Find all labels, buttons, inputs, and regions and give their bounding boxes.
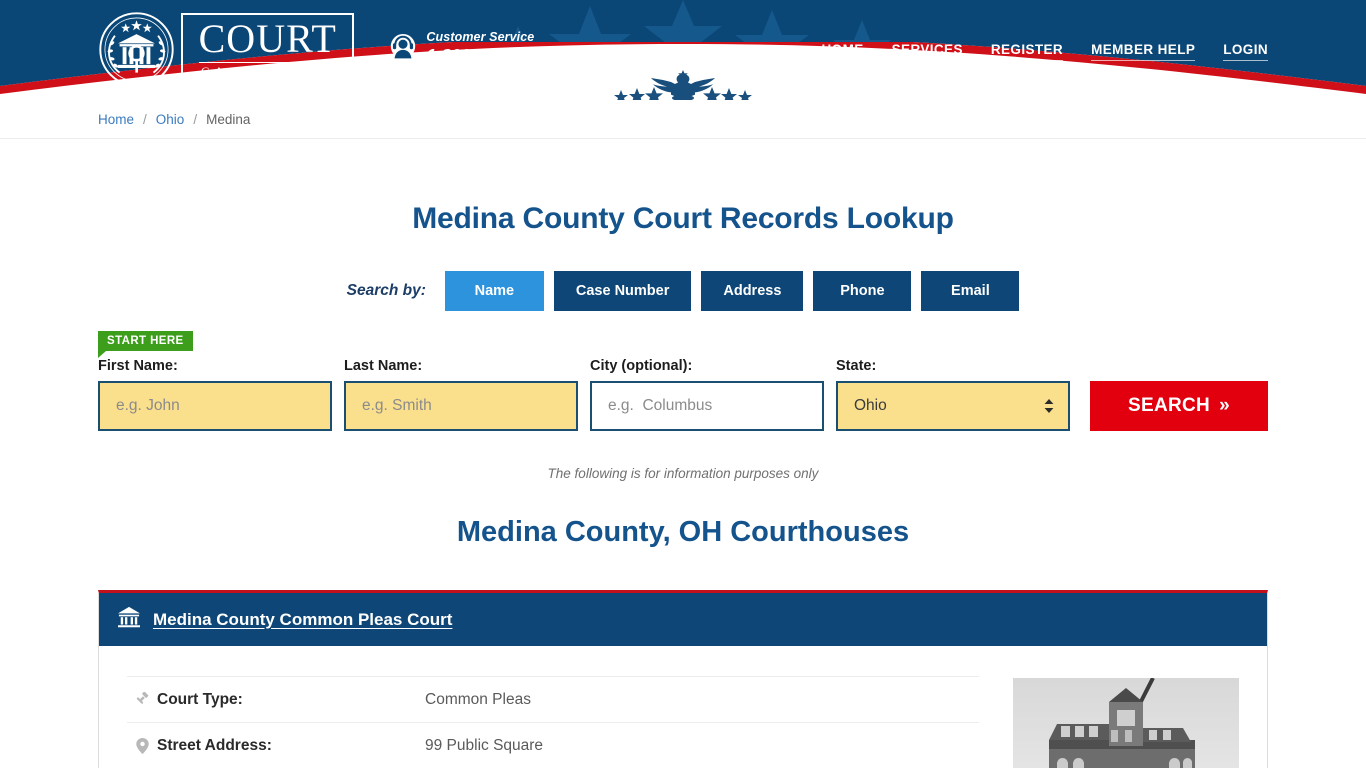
main-content: Medina County Court Records Lookup Searc…	[0, 139, 1366, 768]
search-button[interactable]: SEARCH »	[1090, 381, 1268, 431]
map-pin-icon	[127, 738, 157, 754]
detail-key: Court Type:	[157, 690, 243, 708]
site-header: COURT CASE FINDER Customer Service 1-800…	[0, 0, 1366, 100]
section-title: Medina County, OH Courthouses	[456, 516, 910, 548]
tab-name[interactable]: Name	[444, 271, 544, 311]
courthouse-title-link[interactable]: Medina County Common Pleas Court	[153, 610, 452, 630]
eagle-emblem	[583, 68, 783, 100]
state-label: State:	[836, 358, 877, 374]
nav-item-login[interactable]: LOGIN	[1223, 42, 1268, 61]
courthouse-photo	[1013, 678, 1239, 768]
main-navigation: HOME SERVICES REGISTER MEMBER HELP LOGIN	[821, 42, 1268, 61]
site-logo[interactable]: COURT CASE FINDER	[98, 11, 355, 88]
city-input[interactable]	[590, 381, 824, 431]
state-field-group: State: Ohio	[836, 358, 1070, 431]
first-name-label: First Name:	[98, 358, 178, 374]
courthouse-photo-frame	[1013, 678, 1239, 768]
breadcrumb: Home / Ohio / Medina	[98, 112, 250, 127]
detail-value: Common Pleas	[425, 690, 531, 708]
customer-service-block: Customer Service 1-800-309-9351	[390, 30, 548, 65]
breadcrumb-separator: /	[193, 111, 198, 127]
nav-item-services[interactable]: SERVICES	[891, 42, 963, 61]
search-button-label: SEARCH	[1128, 395, 1211, 416]
last-name-label: Last Name:	[344, 358, 423, 374]
last-name-input[interactable]	[344, 381, 578, 431]
tab-address[interactable]: Address	[701, 271, 804, 311]
detail-value: 99 Public Square	[425, 737, 544, 754]
city-label: City (optional):	[590, 358, 693, 374]
court-seal-icon	[98, 11, 175, 88]
state-select[interactable]: Ohio	[836, 381, 1070, 431]
nav-item-member-help[interactable]: MEMBER HELP	[1091, 42, 1196, 61]
breadcrumb-item-medina: Medina	[206, 111, 251, 127]
courthouse-card-header: Medina County Common Pleas Court	[99, 593, 1267, 646]
breadcrumb-item-ohio[interactable]: Ohio	[156, 112, 185, 127]
logo-tagline: CASE FINDER	[201, 65, 339, 80]
first-name-field-group: First Name:	[98, 358, 332, 431]
start-here-badge: START HERE	[98, 331, 193, 358]
nav-item-register[interactable]: REGISTER	[990, 42, 1064, 61]
table-row: Street Address: 99 Public Square	[127, 723, 979, 768]
search-by-tabs: Search by: Name Case Number Address Phon…	[0, 271, 1366, 311]
first-name-input[interactable]	[98, 381, 332, 431]
breadcrumb-item-home[interactable]: Home	[98, 112, 134, 127]
page-title: Medina County Court Records Lookup	[412, 202, 954, 235]
city-field-group: City (optional):	[590, 358, 824, 431]
logo-wordmark: COURT	[198, 16, 337, 62]
tab-email[interactable]: Email	[921, 271, 1020, 311]
gavel-icon	[127, 692, 157, 707]
customer-service-label: Customer Service	[426, 30, 535, 44]
breadcrumb-separator: /	[143, 111, 147, 127]
select-stepper-icon	[1044, 399, 1054, 413]
courthouse-bank-icon	[117, 606, 141, 633]
logo-divider	[199, 62, 337, 64]
chevron-double-right-icon: »	[1219, 395, 1230, 416]
courthouse-card-body: Court Type: Common Pleas Street Address:…	[99, 646, 1267, 768]
search-form-zone: START HERE First Name: Last Name: City (…	[0, 331, 1366, 431]
nav-item-home[interactable]: HOME	[821, 42, 864, 61]
courthouse-details-list: Court Type: Common Pleas Street Address:…	[127, 668, 1003, 768]
state-select-value: Ohio	[854, 397, 887, 414]
customer-service-phone[interactable]: 1-800-309-9351	[426, 45, 548, 65]
tab-case-number[interactable]: Case Number	[553, 271, 692, 311]
breadcrumb-bar: Home / Ohio / Medina	[0, 100, 1366, 139]
search-by-label: Search by:	[346, 282, 426, 299]
courthouse-card: Medina County Common Pleas Court Court T…	[98, 590, 1268, 768]
headset-support-icon	[390, 33, 416, 61]
detail-key: Street Address:	[157, 737, 272, 754]
tab-phone[interactable]: Phone	[813, 271, 912, 311]
disclaimer-text: The following is for information purpose…	[547, 466, 819, 481]
search-form: First Name: Last Name: City (optional): …	[0, 331, 1366, 431]
last-name-field-group: Last Name:	[344, 358, 578, 431]
table-row: Court Type: Common Pleas	[127, 676, 979, 723]
